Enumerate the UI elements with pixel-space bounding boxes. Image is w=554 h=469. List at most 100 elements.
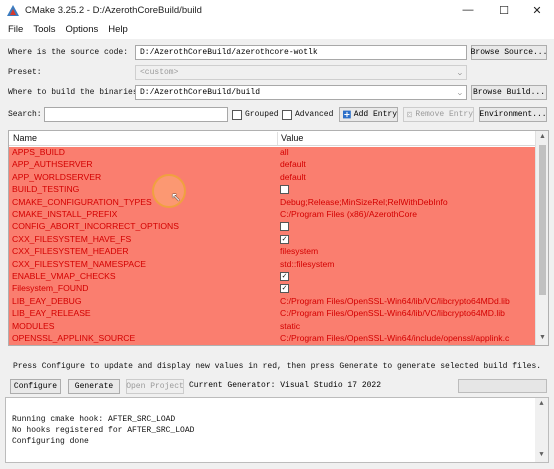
log-line: No hooks registered for AFTER_SRC_LOAD — [12, 426, 195, 435]
scroll-up-icon[interactable]: ▲ — [536, 133, 548, 140]
browse-build-button[interactable]: Browse Build... — [471, 85, 547, 100]
grouped-label: Grouped — [245, 110, 279, 119]
column-separator[interactable] — [277, 132, 278, 145]
menu-options[interactable]: Options — [61, 24, 104, 35]
table-body: APPS_BUILD all APP_AUTHSERVER default APP_WO… — [9, 147, 536, 345]
remove-entry-button[interactable]: Remove Entry — [403, 107, 474, 122]
table-row[interactable]: Filesystem_FOUND ✓ — [9, 283, 536, 295]
cache-entry-checkbox[interactable]: ✓ — [280, 272, 289, 281]
cache-entry-name: LIB_EAY_RELEASE — [12, 308, 91, 319]
table-scrollbar[interactable]: ▲ ▼ — [535, 131, 548, 345]
table-row[interactable]: CXX_FILESYSTEM_HAVE_FS ✓ — [9, 234, 536, 246]
cmake-logo-icon — [7, 4, 19, 16]
cache-entry-name: APP_WORLDSERVER — [12, 171, 102, 182]
cache-entry-value[interactable]: filesystem — [280, 246, 536, 256]
maximize-button[interactable]: ☐ — [487, 0, 521, 20]
cache-entry-name: CXX_FILESYSTEM_NAMESPACE — [12, 258, 147, 269]
table-row[interactable]: OPENSSL_APPLINK_SOURCE C:/Program Files/O… — [9, 333, 536, 345]
log-line: Configuring done — [12, 437, 89, 446]
minimize-button[interactable]: — — [451, 0, 485, 20]
build-path-value: D:/AzerothCoreBuild/build — [140, 88, 261, 97]
cache-entry-value[interactable]: C:/Program Files/OpenSSL-Win64/include/o… — [280, 333, 536, 343]
cache-entry-value[interactable]: default — [280, 159, 536, 169]
scrollbar-thumb[interactable] — [539, 145, 546, 295]
cache-entry-value[interactable]: C:/Program Files/OpenSSL-Win64/lib/VC/li… — [280, 296, 536, 306]
source-label: Where is the source code: — [8, 48, 129, 57]
add-entry-button[interactable]: Add Entry — [339, 107, 398, 122]
column-header-value[interactable]: Value — [281, 133, 303, 143]
generate-button[interactable]: Generate — [68, 379, 120, 394]
table-row[interactable]: CXX_FILESYSTEM_HEADER filesystem — [9, 246, 536, 258]
table-row[interactable]: ENABLE_VMAP_CHECKS ✓ — [9, 271, 536, 283]
add-entry-label: Add Entry — [353, 110, 397, 119]
cache-entry-name: OPENSSL_APPLINK_SOURCE — [12, 333, 136, 343]
table-row[interactable]: APP_WORLDSERVER default — [9, 172, 536, 184]
table-row[interactable]: CONFIG_ABORT_INCORRECT_OPTIONS — [9, 221, 536, 233]
table-row[interactable]: APP_AUTHSERVER default — [9, 159, 536, 171]
open-project-button[interactable]: Open Project — [126, 379, 184, 394]
cache-entry-name: CXX_FILESYSTEM_HAVE_FS — [12, 233, 132, 244]
cache-entry-name: CXX_FILESYSTEM_HEADER — [12, 246, 129, 257]
cache-entry-name: CMAKE_INSTALL_PREFIX — [12, 209, 118, 219]
cache-entry-value[interactable]: all — [280, 147, 536, 157]
table-row[interactable]: BUILD_TESTING — [9, 184, 536, 196]
cache-entry-name: APP_AUTHSERVER — [12, 159, 93, 170]
cache-entry-name: Filesystem_FOUND — [12, 283, 89, 294]
table-row[interactable]: APPS_BUILD all — [9, 147, 536, 159]
column-header-name[interactable]: Name — [13, 133, 37, 143]
scroll-up-icon[interactable]: ▲ — [535, 400, 548, 408]
cache-entry-name: ENABLE_VMAP_CHECKS — [12, 271, 116, 281]
log-scrollbar[interactable]: ▲ ▼ — [535, 398, 548, 462]
source-row: Where is the source code: D:/AzerothCore… — [0, 45, 554, 62]
browse-source-button[interactable]: Browse Source... — [471, 45, 547, 60]
cache-entry-value[interactable]: C:/Program Files (x86)/AzerothCore — [280, 209, 536, 219]
build-path-input[interactable]: D:/AzerothCoreBuild/build ⌵ — [135, 85, 467, 100]
menu-help[interactable]: Help — [103, 24, 133, 35]
search-input[interactable] — [44, 107, 228, 122]
table-row[interactable]: CXX_FILESYSTEM_NAMESPACE std::filesystem — [9, 259, 536, 271]
cache-entry-value[interactable]: std::filesystem — [280, 259, 536, 269]
cache-entry-value[interactable]: C:/Program Files/OpenSSL-Win64/lib/VC/li… — [280, 308, 536, 318]
environment-button[interactable]: Environment... — [479, 107, 547, 122]
cache-entry-name: MODULES — [12, 320, 55, 331]
output-log[interactable]: Running cmake hook: AFTER_SRC_LOAD No ho… — [5, 397, 549, 463]
cache-entry-name: APPS_BUILD — [12, 147, 66, 157]
source-path-input[interactable]: D:/AzerothCoreBuild/azerothcore-wotlk — [135, 45, 467, 60]
table-row[interactable]: LIB_EAY_DEBUG C:/Program Files/OpenSSL-Wi… — [9, 296, 536, 308]
cache-entry-name: LIB_EAY_DEBUG — [12, 295, 82, 306]
preset-select[interactable]: <custom> ⌵ — [135, 65, 467, 80]
cache-entry-value[interactable]: Debug;Release;MinSizeRel;RelWithDebInfo — [280, 197, 536, 207]
table-row[interactable]: MODULES static — [9, 321, 536, 333]
preset-value: <custom> — [140, 68, 179, 77]
table-row[interactable]: CMAKE_INSTALL_PREFIX C:/Program Files (x8… — [9, 209, 536, 221]
cache-entry-name: CMAKE_CONFIGURATION_TYPES — [12, 196, 152, 207]
table-row[interactable]: LIB_EAY_RELEASE C:/Program Files/OpenSSL-… — [9, 308, 536, 320]
cache-entry-checkbox[interactable] — [280, 222, 289, 232]
advanced-checkbox[interactable] — [282, 110, 292, 120]
advanced-label: Advanced — [295, 110, 334, 119]
table-header: Name Value — [9, 131, 537, 146]
configure-button[interactable]: Configure — [10, 379, 61, 394]
current-generator-label: Current Generator: Visual Studio 17 2022 — [189, 381, 382, 390]
menu-tools[interactable]: Tools — [28, 24, 60, 35]
cache-entry-checkbox[interactable]: ✓ — [280, 234, 289, 244]
cache-entry-checkbox[interactable]: ✓ — [280, 284, 289, 294]
grouped-checkbox[interactable] — [232, 110, 242, 120]
table-row[interactable]: CMAKE_CONFIGURATION_TYPES Debug;Release;M… — [9, 197, 536, 209]
preset-row: Preset: <custom> ⌵ — [0, 65, 554, 82]
cache-entry-value[interactable]: static — [280, 321, 536, 331]
window-title: CMake 3.25.2 - D:/AzerothCoreBuild/build — [25, 4, 202, 16]
menu-file[interactable]: File — [3, 24, 28, 35]
close-button[interactable]: ✕ — [520, 0, 554, 20]
search-row: Search: Grouped Advanced Add Entry Remov… — [0, 107, 554, 124]
log-line: Running cmake hook: AFTER_SRC_LOAD — [12, 415, 176, 424]
scroll-down-icon[interactable]: ▼ — [535, 451, 548, 459]
scroll-down-icon[interactable]: ▼ — [536, 334, 548, 341]
cache-entry-checkbox[interactable] — [280, 185, 289, 195]
remove-icon — [407, 111, 413, 118]
cache-entry-value[interactable]: default — [280, 172, 536, 182]
preset-label: Preset: — [8, 68, 42, 77]
plus-icon — [343, 110, 351, 119]
remove-entry-label: Remove Entry — [415, 110, 473, 119]
cache-entry-name: CONFIG_ABORT_INCORRECT_OPTIONS — [12, 221, 179, 232]
